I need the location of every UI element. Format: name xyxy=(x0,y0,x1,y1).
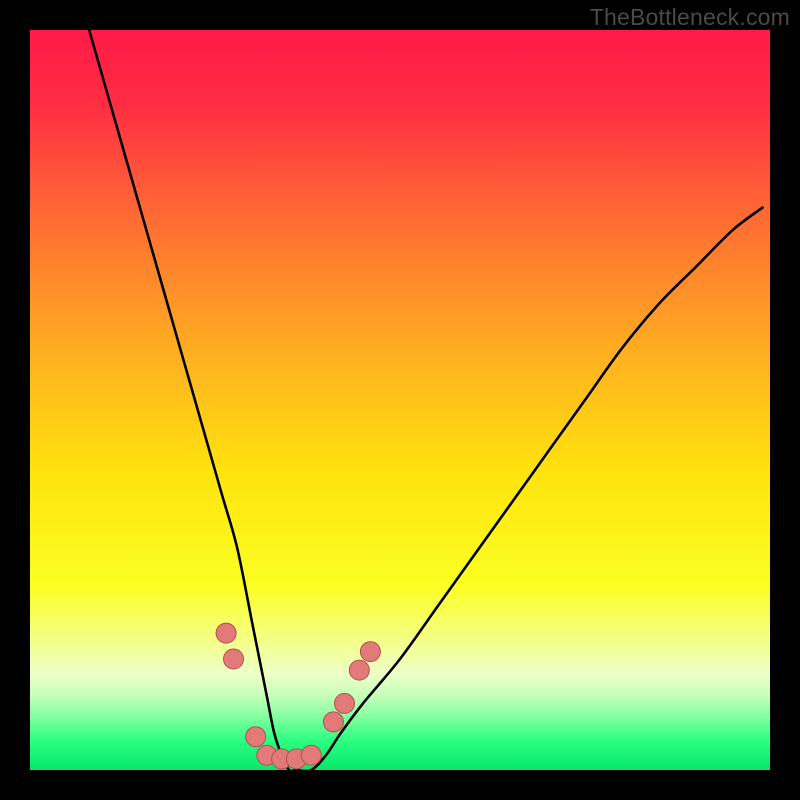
chart-frame: TheBottleneck.com xyxy=(0,0,800,800)
curve-layer xyxy=(30,30,770,770)
watermark-text: TheBottleneck.com xyxy=(590,4,790,31)
plot-area xyxy=(30,30,770,770)
point-trough-1 xyxy=(246,727,266,747)
point-right-2 xyxy=(335,693,355,713)
point-right-4 xyxy=(360,642,380,662)
point-right-1 xyxy=(323,712,343,732)
point-left-2 xyxy=(224,649,244,669)
point-trough-5 xyxy=(301,745,321,765)
data-markers xyxy=(216,623,380,769)
point-left-1 xyxy=(216,623,236,643)
point-right-3 xyxy=(349,660,369,680)
bottleneck-curve xyxy=(89,30,762,770)
